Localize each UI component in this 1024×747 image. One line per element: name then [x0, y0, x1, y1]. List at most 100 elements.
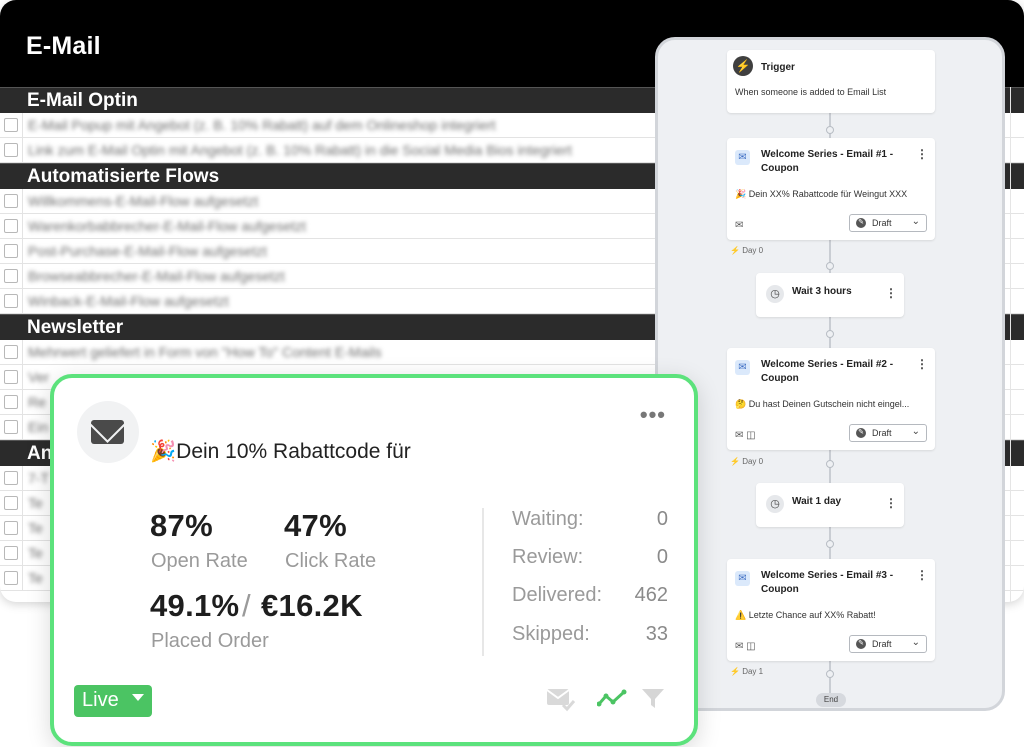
- row-text: Winback-E-Mail-Flow aufgesetzt: [28, 293, 229, 309]
- email-step-title: Welcome Series - Email #1 - Coupon: [761, 149, 894, 174]
- envelope-icon: [91, 420, 124, 444]
- row-checkbox[interactable]: [4, 546, 18, 560]
- email-check-icon[interactable]: [546, 686, 576, 712]
- row-checkbox[interactable]: [4, 395, 18, 409]
- row-checkbox[interactable]: [4, 269, 18, 283]
- placed-order-percent: 49.1%: [150, 588, 240, 623]
- email-subject: 🤔 Du hast Deinen Gutschein nicht eingel.…: [735, 399, 910, 409]
- row-text: Ver: [28, 369, 50, 385]
- row-text: Te: [28, 545, 43, 561]
- row-text: Te: [28, 520, 43, 536]
- more-options-icon[interactable]: ⋮: [916, 148, 928, 160]
- chevron-down-icon: ⌄: [911, 216, 920, 227]
- wait-step-card[interactable]: ◷ Wait 1 day ⋮: [756, 483, 904, 527]
- count-delivered: Delivered: 462: [512, 584, 668, 606]
- count-review: Review: 0: [512, 546, 668, 568]
- email-channel-icons: ✉ ◫: [735, 430, 756, 441]
- row-text: Re: [28, 394, 46, 410]
- lightning-icon: ⚡: [733, 56, 753, 76]
- row-text: 7-T: [28, 470, 49, 486]
- draft-icon: ✎: [856, 428, 866, 438]
- delay-label: ⚡ Day 1: [730, 667, 764, 676]
- placed-order-value: €16.2K: [261, 588, 363, 623]
- filter-icon[interactable]: [640, 686, 666, 712]
- trigger-label: Trigger: [761, 62, 795, 73]
- flow-builder-canvas[interactable]: ⚡ Trigger When someone is added to Email…: [655, 37, 1005, 711]
- grid-line: [1010, 87, 1011, 602]
- click-rate-value: 47%: [284, 508, 347, 543]
- row-text: E-Mail Popup mit Angebot (z. B. 10% Raba…: [28, 117, 496, 133]
- row-text: Willkommens-E-Mail-Flow aufgesetzt: [28, 193, 259, 209]
- chevron-down-icon: ⌄: [911, 426, 920, 437]
- count-waiting: Waiting: 0: [512, 508, 668, 530]
- email-step-title: Welcome Series - Email #2 - Coupon: [761, 359, 894, 384]
- row-checkbox[interactable]: [4, 345, 18, 359]
- value-separator: /: [242, 588, 251, 623]
- more-options-icon[interactable]: ⋮: [885, 287, 897, 299]
- row-text: Ein: [28, 419, 49, 435]
- more-options-icon[interactable]: ⋮: [916, 569, 928, 581]
- row-checkbox[interactable]: [4, 420, 18, 434]
- clock-icon: ◷: [766, 495, 784, 513]
- open-rate-value: 87%: [150, 508, 213, 543]
- placed-order-label: Placed Order: [151, 630, 269, 652]
- more-options-icon[interactable]: ⋮: [916, 358, 928, 370]
- chevron-down-icon: ⌄: [911, 637, 920, 648]
- email-stats-card[interactable]: 🎉Dein 10% Rabattcode für ••• 87% Open Ra…: [50, 374, 698, 746]
- row-text: Link zum E-Mail Optin mit Angebot (z. B.…: [28, 142, 572, 158]
- row-text: Mehrwert geliefert in Form von "How To" …: [28, 344, 382, 360]
- more-options-icon[interactable]: •••: [640, 404, 666, 426]
- email-step-card[interactable]: ✉ Welcome Series - Email #1 - Coupon ⋮ 🎉 …: [727, 138, 935, 240]
- email-channel-icons: ✉ ◫: [735, 641, 756, 652]
- status-dropdown[interactable]: ✎ Draft ⌄: [849, 424, 927, 442]
- status-dropdown[interactable]: ✎ Draft ⌄: [849, 635, 927, 653]
- row-text: Warenkorbabbrecher-E-Mail-Flow aufgesetz…: [28, 218, 307, 234]
- row-checkbox[interactable]: [4, 521, 18, 535]
- draft-icon: ✎: [856, 218, 866, 228]
- email-icon: ✉: [735, 571, 750, 586]
- row-checkbox[interactable]: [4, 194, 18, 208]
- click-rate-label: Click Rate: [285, 550, 377, 572]
- clock-icon: ◷: [766, 285, 784, 303]
- trigger-text: When someone is added to Email List: [735, 87, 887, 97]
- row-checkbox[interactable]: [4, 496, 18, 510]
- email-title: 🎉Dein 10% Rabattcode für: [150, 440, 411, 463]
- caret-down-icon: [132, 694, 144, 701]
- email-step-title: Welcome Series - Email #3 - Coupon: [761, 570, 894, 595]
- row-text: Browseabbrecher-E-Mail-Flow aufgesetzt: [28, 268, 285, 284]
- email-subject: 🎉 Dein XX% Rabattcode für Weingut XXX: [735, 189, 908, 199]
- email-subject: ⚠️ Letzte Chance auf XX% Rabatt!: [735, 610, 876, 620]
- more-options-icon[interactable]: ⋮: [885, 497, 897, 509]
- flow-connector-dot: [826, 460, 834, 468]
- flow-connector-dot: [826, 126, 834, 134]
- flow-connector-dot: [826, 540, 834, 548]
- trigger-card[interactable]: ⚡ Trigger When someone is added to Email…: [727, 50, 935, 113]
- status-dropdown[interactable]: ✎ Draft ⌄: [849, 214, 927, 232]
- wait-label: Wait 3 hours: [792, 286, 852, 297]
- email-icon: ✉: [735, 150, 750, 165]
- wait-step-card[interactable]: ◷ Wait 3 hours ⋮: [756, 273, 904, 317]
- flow-connector-dot: [826, 330, 834, 338]
- row-checkbox[interactable]: [4, 370, 18, 384]
- email-avatar: [77, 401, 139, 463]
- flow-end-marker: End: [816, 693, 846, 707]
- row-checkbox[interactable]: [4, 471, 18, 485]
- wait-label: Wait 1 day: [792, 496, 842, 507]
- email-step-card[interactable]: ✉ Welcome Series - Email #3 - Coupon ⋮ ⚠️…: [727, 559, 935, 661]
- row-checkbox[interactable]: [4, 219, 18, 233]
- row-checkbox[interactable]: [4, 143, 18, 157]
- status-live-dropdown[interactable]: Live: [74, 685, 152, 717]
- row-checkbox[interactable]: [4, 571, 18, 585]
- row-checkbox[interactable]: [4, 244, 18, 258]
- draft-icon: ✎: [856, 639, 866, 649]
- trend-icon[interactable]: [597, 686, 627, 712]
- email-channel-icon: ✉: [735, 220, 744, 231]
- stats-divider: [482, 508, 484, 656]
- row-checkbox[interactable]: [4, 118, 18, 132]
- delay-label: ⚡ Day 0: [730, 457, 764, 466]
- flow-connector-dot: [826, 670, 834, 678]
- flow-connector-dot: [826, 262, 834, 270]
- email-step-card[interactable]: ✉ Welcome Series - Email #2 - Coupon ⋮ 🤔 …: [727, 348, 935, 450]
- email-icon: ✉: [735, 360, 750, 375]
- row-checkbox[interactable]: [4, 294, 18, 308]
